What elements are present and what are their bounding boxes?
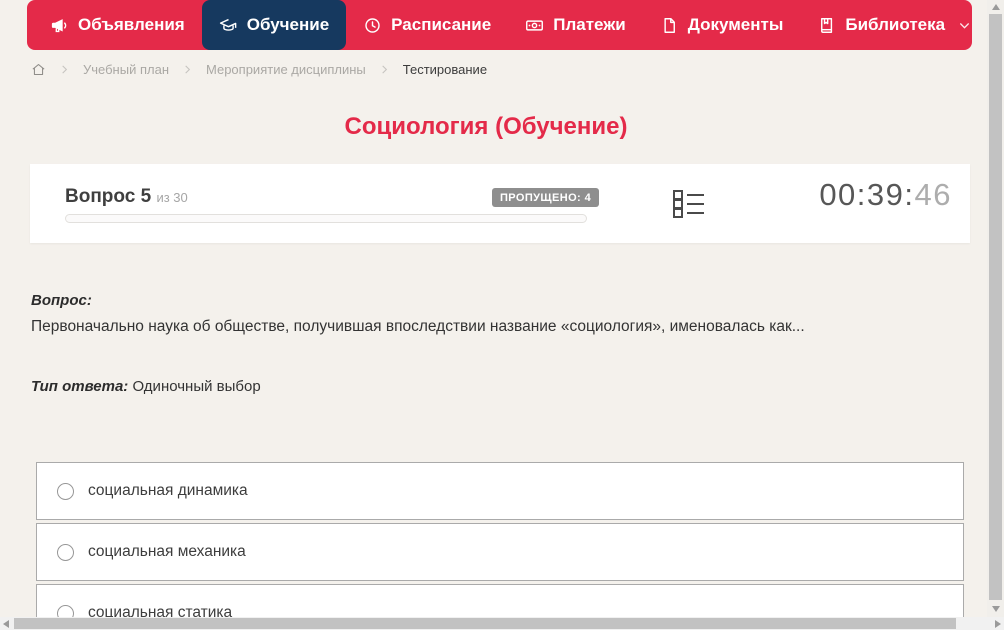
nav-item-library[interactable]: Библиотека bbox=[800, 0, 988, 50]
question-list-button[interactable] bbox=[672, 189, 706, 219]
timer-seconds: 46 bbox=[914, 177, 952, 212]
skipped-badge: ПРОПУЩЕНО: 4 bbox=[492, 188, 600, 207]
document-icon bbox=[660, 16, 679, 35]
question-text: Первоначально наука об обществе, получив… bbox=[31, 318, 805, 335]
progress-bar bbox=[65, 214, 587, 223]
book-icon bbox=[817, 16, 836, 35]
banknote-icon bbox=[525, 16, 544, 35]
nav-item-schedule[interactable]: Расписание bbox=[346, 0, 508, 50]
nav-label: Документы bbox=[687, 15, 784, 34]
chevron-down-icon bbox=[954, 19, 971, 32]
timer: 00:39:46 bbox=[819, 177, 952, 213]
question-number-label: Вопрос 5 bbox=[65, 186, 152, 207]
nav-label: Обучение bbox=[246, 15, 330, 34]
nav-item-learning[interactable]: Обучение bbox=[201, 0, 347, 50]
answer-type-row: Тип ответа: Одиночный выбор bbox=[31, 378, 261, 395]
nav-label: Платежи bbox=[553, 15, 626, 34]
clock-icon bbox=[363, 16, 382, 35]
nav-label: Библиотека bbox=[845, 15, 946, 34]
nav-label: Расписание bbox=[391, 15, 492, 34]
question-list-icon bbox=[672, 189, 706, 219]
radio-button-icon[interactable] bbox=[57, 543, 74, 561]
question-of-total: из 30 bbox=[156, 190, 188, 205]
breadcrumb-item-study-plan[interactable]: Учебный план bbox=[83, 62, 169, 77]
question-number: Вопрос 5 из 30 bbox=[65, 186, 188, 208]
answer-option-label: социальная динамика bbox=[88, 482, 248, 499]
graduation-cap-icon bbox=[219, 16, 238, 35]
nav-item-payments[interactable]: Платежи bbox=[508, 0, 643, 50]
test-page: Объявления Обучение Расписание Платежи Д… bbox=[0, 0, 1004, 630]
nav-label: Объявления bbox=[78, 15, 185, 34]
answer-type-label: Тип ответа: bbox=[31, 378, 129, 395]
nav-item-documents[interactable]: Документы bbox=[643, 0, 801, 50]
breadcrumb-separator-icon bbox=[182, 64, 193, 75]
home-icon[interactable] bbox=[31, 62, 46, 77]
breadcrumb-item-discipline-event[interactable]: Мероприятие дисциплины bbox=[206, 62, 366, 77]
horizontal-scrollbar[interactable] bbox=[0, 617, 1004, 630]
answer-option-2[interactable]: социальная механика bbox=[36, 523, 964, 581]
main-nav: Объявления Обучение Расписание Платежи Д… bbox=[27, 0, 972, 50]
answer-option-1[interactable]: социальная динамика bbox=[36, 462, 964, 520]
vertical-scrollbar[interactable] bbox=[987, 0, 1004, 617]
breadcrumb-separator-icon bbox=[379, 64, 390, 75]
horizontal-scrollbar-thumb[interactable] bbox=[14, 618, 956, 629]
question-prompt-label: Вопрос: bbox=[31, 292, 92, 309]
answer-type-value: Одиночный выбор bbox=[132, 378, 261, 395]
answer-option-label: социальная механика bbox=[88, 543, 246, 560]
scroll-up-arrow-icon[interactable] bbox=[992, 4, 1000, 10]
radio-button-icon[interactable] bbox=[57, 482, 74, 500]
scroll-down-arrow-icon[interactable] bbox=[992, 606, 1000, 612]
megaphone-icon bbox=[50, 16, 69, 35]
breadcrumb: Учебный план Мероприятие дисциплины Тест… bbox=[31, 62, 487, 77]
answer-options: социальная динамика социальная механика … bbox=[36, 462, 964, 630]
question-header-card: Вопрос 5 из 30 ПРОПУЩЕНО: 4 00:39:46 bbox=[30, 164, 970, 243]
timer-main: 00:39: bbox=[819, 177, 915, 212]
page-title: Социология (Обучение) bbox=[344, 113, 628, 140]
breadcrumb-item-testing: Тестирование bbox=[402, 62, 488, 77]
breadcrumb-separator-icon bbox=[59, 64, 70, 75]
nav-item-announcements[interactable]: Объявления bbox=[33, 0, 202, 50]
vertical-scrollbar-thumb[interactable] bbox=[989, 14, 1002, 600]
scroll-right-arrow-icon[interactable] bbox=[995, 620, 1001, 628]
scroll-left-arrow-icon[interactable] bbox=[3, 620, 9, 628]
